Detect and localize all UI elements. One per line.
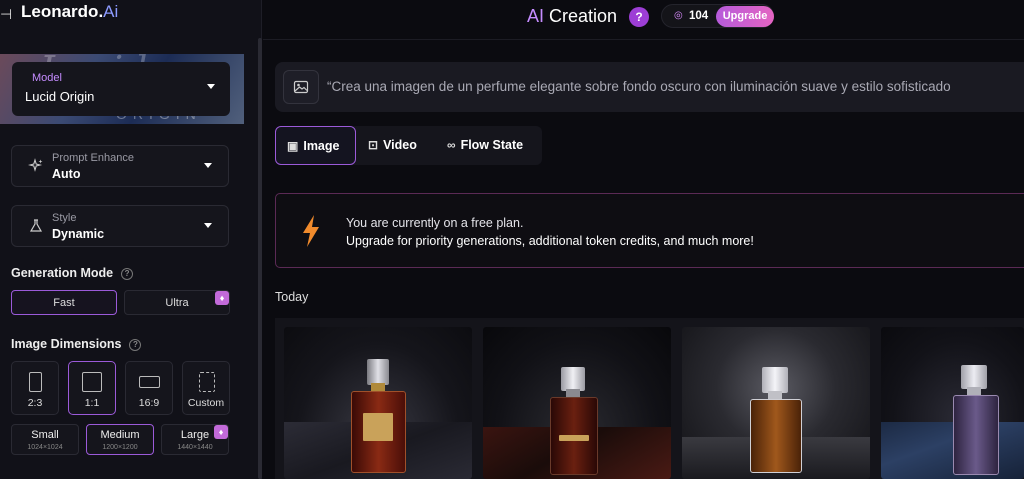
chevron-down-icon: [204, 223, 212, 228]
image-dimensions-title: Image Dimensions: [11, 337, 122, 351]
square-shape-icon: [82, 372, 102, 392]
main-content: AI Creation ? ◎ 104 Upgrade “Crea una im…: [263, 0, 1024, 479]
infinity-icon: ∞: [447, 138, 456, 152]
help-icon[interactable]: ?: [121, 268, 134, 280]
image-dimensions-heading: Image Dimensions?: [11, 337, 142, 351]
generation-mode-heading: Generation Mode?: [11, 266, 134, 280]
lightning-bolt-icon: [303, 215, 319, 247]
premium-gem-icon: ♦: [215, 291, 229, 305]
brand-row: ⊣ Leonardo.Ai: [0, 0, 262, 34]
free-plan-banner: You are currently on a free plan. Upgrad…: [275, 193, 1024, 268]
title-rest: Creation: [544, 6, 618, 26]
ratio-label: 1:1: [84, 397, 100, 409]
banner-line-1: You are currently on a free plan.: [346, 216, 524, 230]
style-select[interactable]: Style Dynamic: [11, 205, 229, 247]
logo[interactable]: Leonardo.Ai: [21, 2, 118, 22]
model-label: Model: [32, 72, 62, 84]
sidebar-scrollbar[interactable]: [258, 38, 262, 479]
portrait-shape-icon: [29, 372, 42, 392]
tab-flow-state-label: Flow State: [460, 138, 524, 152]
brand-name: Leonardo.: [21, 2, 104, 21]
ratio-1-1-button[interactable]: 1:1: [68, 361, 116, 415]
help-icon[interactable]: ?: [129, 339, 142, 351]
premium-gem-icon: ♦: [214, 425, 228, 439]
model-select[interactable]: Model Lucid Origin: [12, 62, 230, 116]
mode-fast-button[interactable]: Fast: [11, 290, 117, 315]
size-sub: 1200×1200: [102, 444, 138, 451]
ratio-label: Custom: [187, 397, 225, 409]
flask-icon: [28, 218, 44, 234]
today-heading: Today: [275, 290, 309, 304]
top-bar: AI Creation ? ◎ 104 Upgrade: [263, 0, 1024, 40]
token-coins-icon: ◎: [674, 10, 683, 21]
collapse-sidebar-icon[interactable]: ⊣: [0, 6, 14, 22]
token-count: 104: [689, 10, 709, 22]
chevron-down-icon: [207, 84, 215, 89]
prompt-bar[interactable]: “Crea una imagen de un perfume elegante …: [275, 62, 1024, 112]
generated-image[interactable]: [483, 327, 671, 479]
generation-mode-title: Generation Mode: [11, 266, 114, 280]
size-large-button[interactable]: Large 1440×1440 ♦: [161, 424, 229, 455]
title-prefix: AI: [527, 6, 545, 26]
generation-type-tabs: ▣ Image ⊡ Video ∞ Flow State: [275, 126, 542, 165]
chevron-down-icon: [204, 163, 212, 168]
bottle-cap: [561, 367, 585, 391]
ratio-label: 16:9: [138, 397, 160, 409]
bottle-cap: [367, 359, 389, 385]
prompt-enhance-label: Prompt Enhance: [52, 152, 134, 164]
brand-suffix: Ai: [103, 2, 119, 21]
tab-video[interactable]: ⊡ Video: [368, 126, 438, 165]
generated-image[interactable]: [682, 327, 870, 479]
image-icon: ▣: [287, 139, 299, 153]
tab-image-label: Image: [303, 139, 340, 153]
ratio-2-3-button[interactable]: 2:3: [11, 361, 59, 415]
prompt-enhance-select[interactable]: Prompt Enhance Auto: [11, 145, 229, 187]
size-label: Small: [31, 429, 59, 441]
mode-ultra-label: Ultra: [165, 297, 189, 309]
size-sub: 1440×1440: [177, 444, 213, 451]
perfume-bottle: [750, 399, 802, 473]
help-button[interactable]: ?: [629, 7, 649, 27]
bottle-label: [559, 435, 589, 441]
banner-line-2: Upgrade for priority generations, additi…: [346, 234, 754, 248]
tab-video-label: Video: [383, 138, 417, 152]
tab-image[interactable]: ▣ Image: [275, 126, 356, 165]
size-small-button[interactable]: Small 1024×1024: [11, 424, 79, 455]
perfume-bottle: [953, 395, 999, 475]
prompt-enhance-value: Auto: [52, 167, 81, 181]
bottle-cap: [762, 367, 788, 393]
mode-ultra-button[interactable]: Ultra ♦: [124, 290, 230, 315]
ratio-16-9-button[interactable]: 16:9: [125, 361, 173, 415]
bottle-cap: [961, 365, 987, 389]
video-icon: ⊡: [368, 138, 379, 152]
size-sub: 1024×1024: [27, 444, 63, 451]
generated-image[interactable]: [284, 327, 472, 479]
image-upload-icon[interactable]: [283, 70, 319, 104]
token-balance[interactable]: ◎ 104 Upgrade: [661, 4, 774, 28]
tab-flow-state[interactable]: ∞ Flow State: [447, 126, 539, 165]
sparkles-icon: [27, 158, 44, 174]
model-value: Lucid Origin: [25, 89, 95, 104]
prompt-input[interactable]: “Crea una imagen de un perfume elegante …: [327, 79, 1024, 94]
landscape-shape-icon: [139, 376, 160, 388]
ratio-custom-button[interactable]: Custom: [182, 361, 230, 415]
page-title: AI Creation: [527, 6, 617, 27]
size-label: Medium: [100, 429, 140, 441]
style-label: Style: [52, 212, 77, 224]
style-value: Dynamic: [52, 227, 105, 241]
sidebar: ⊣ Leonardo.Ai Lucid ORIGIN Model Lucid O…: [0, 0, 262, 479]
generated-image[interactable]: [881, 327, 1024, 479]
upgrade-button[interactable]: Upgrade: [716, 6, 774, 27]
custom-shape-icon: [199, 372, 215, 392]
size-medium-button[interactable]: Medium 1200×1200: [86, 424, 154, 455]
ratio-label: 2:3: [27, 397, 43, 409]
image-gallery: [275, 318, 1024, 479]
bottle-label: [363, 413, 393, 441]
